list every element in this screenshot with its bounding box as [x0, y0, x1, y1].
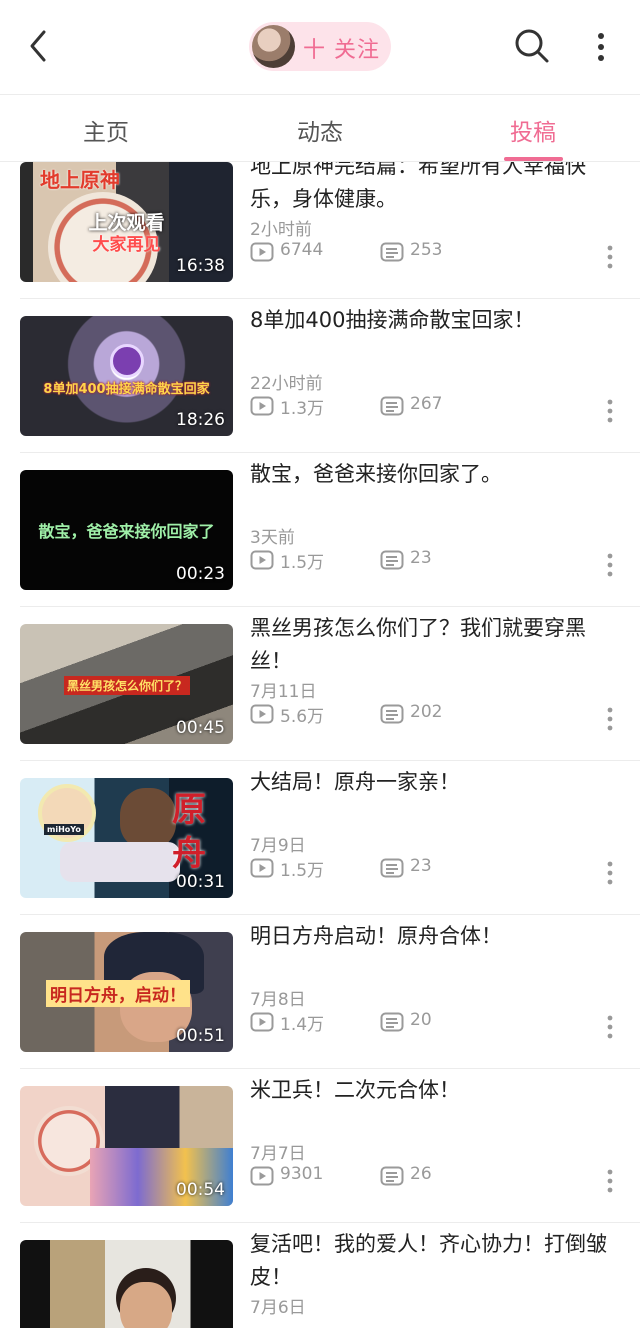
- video-list: 地上原神 上次观看 大家再见 16:38 地上原神完结篇：希望所有人幸福快乐，身…: [0, 162, 640, 1328]
- top-bar: 十 关注: [0, 0, 640, 94]
- video-title[interactable]: 8单加400抽接满命散宝回家！: [250, 304, 620, 337]
- thumbnail-caption: miHoYo: [44, 824, 84, 835]
- video-duration: 00:51: [176, 1026, 225, 1046]
- danmaku-icon: [380, 858, 404, 878]
- danmaku-icon: [380, 242, 404, 262]
- avatar[interactable]: [252, 25, 295, 68]
- tab-uploads[interactable]: 投稿: [473, 113, 593, 147]
- danmaku-icon: [380, 704, 404, 724]
- more-options-icon[interactable]: [603, 1013, 617, 1041]
- tab-bar: 主页 动态 投稿: [0, 94, 640, 162]
- thumbnail-caption: 大家再见: [92, 235, 161, 255]
- more-options-icon[interactable]: [603, 551, 617, 579]
- video-thumbnail[interactable]: 黑丝男孩怎么你们了？ 00:45: [20, 624, 233, 744]
- more-options-icon[interactable]: [603, 397, 617, 425]
- search-icon: [515, 29, 549, 63]
- thumbnail-caption: 地上原神: [40, 168, 120, 192]
- play-count-icon: [250, 1012, 274, 1032]
- danmaku-icon: [380, 1166, 404, 1186]
- upload-date: 22小时前: [250, 374, 323, 394]
- video-item[interactable]: 地上原神 上次观看 大家再见 16:38 地上原神完结篇：希望所有人幸福快乐，身…: [0, 162, 640, 299]
- thumbnail-caption: 黑丝男孩怎么你们了？: [64, 676, 191, 695]
- video-duration: 00:31: [176, 872, 225, 892]
- more-options-icon[interactable]: [603, 705, 617, 733]
- more-options-icon[interactable]: [603, 1167, 617, 1195]
- danmaku-icon: [380, 550, 404, 570]
- tab-dynamics[interactable]: 动态: [260, 113, 380, 147]
- video-item[interactable]: 复活吧！我的爱人！齐心协力！打倒皱皮！ 7月6日: [0, 1223, 640, 1328]
- video-title[interactable]: 明日方舟启动！原舟合体！: [250, 920, 620, 953]
- thumbnail-caption: 散宝，爸爸来接你回家了: [38, 522, 215, 541]
- more-options-icon[interactable]: [603, 859, 617, 887]
- thumbnail-caption: 明日方舟，启动！: [46, 980, 190, 1007]
- play-count-icon: [250, 242, 274, 262]
- upload-date: 7月7日: [250, 1144, 306, 1164]
- video-title[interactable]: 米卫兵！二次元合体！: [250, 1074, 620, 1107]
- video-thumbnail[interactable]: 8单加400抽接满命散宝回家 18:26: [20, 316, 233, 436]
- video-thumbnail[interactable]: 原 舟 miHoYo 00:31: [20, 778, 233, 898]
- thumbnail-caption: 舟: [172, 834, 206, 874]
- video-title[interactable]: 复活吧！我的爱人！齐心协力！打倒皱皮！: [250, 1228, 620, 1294]
- tab-active-indicator: [504, 157, 563, 161]
- chevron-left-icon: [30, 30, 46, 62]
- play-count-icon: [250, 396, 274, 416]
- back-button[interactable]: [20, 24, 60, 68]
- follow-button[interactable]: 十 关注: [249, 22, 391, 71]
- video-duration: 00:23: [176, 564, 225, 584]
- video-item[interactable]: 散宝，爸爸来接你回家了 00:23 散宝，爸爸来接你回家了。 3天前 1.5万: [0, 453, 640, 607]
- danmaku-icon: [380, 396, 404, 416]
- upload-date: 2小时前: [250, 220, 312, 240]
- video-thumbnail[interactable]: 散宝，爸爸来接你回家了 00:23: [20, 470, 233, 590]
- upload-date: 3天前: [250, 528, 295, 548]
- video-thumbnail[interactable]: 地上原神 上次观看 大家再见 16:38: [20, 162, 233, 282]
- more-button[interactable]: [588, 28, 614, 68]
- video-thumbnail[interactable]: 00:54: [20, 1086, 233, 1206]
- play-count-icon: [250, 550, 274, 570]
- thumbnail-caption: 原: [172, 790, 206, 830]
- thumbnail-caption: 8单加400抽接满命散宝回家: [43, 382, 210, 397]
- video-duration: 00:45: [176, 718, 225, 738]
- video-item[interactable]: 明日方舟，启动！ 00:51 明日方舟启动！原舟合体！ 7月8日 1.4万 20: [0, 915, 640, 1069]
- video-title[interactable]: 散宝，爸爸来接你回家了。: [250, 458, 620, 491]
- follow-label: 十 关注: [303, 38, 380, 63]
- play-count-icon: [250, 1166, 274, 1186]
- video-duration: 18:26: [176, 410, 225, 430]
- play-count-icon: [250, 704, 274, 724]
- video-item[interactable]: 黑丝男孩怎么你们了？ 00:45 黑丝男孩怎么你们了？我们就要穿黑丝！ 7月11…: [0, 607, 640, 761]
- video-item[interactable]: 原 舟 miHoYo 00:31 大结局！原舟一家亲！ 7月9日 1.5万 23: [0, 761, 640, 915]
- video-duration: 16:38: [176, 256, 225, 276]
- video-thumbnail[interactable]: [20, 1240, 233, 1328]
- upload-date: 7月9日: [250, 836, 306, 856]
- video-item[interactable]: 8单加400抽接满命散宝回家 18:26 8单加400抽接满命散宝回家！ 22小…: [0, 299, 640, 453]
- upload-date: 7月6日: [250, 1298, 306, 1318]
- video-title[interactable]: 地上原神完结篇：希望所有人幸福快乐，身体健康。: [250, 162, 620, 216]
- uploader-space-page: 十 关注 主页 动态 投稿 地上原神 上次观看 大家再见 16:38 地上原神完…: [0, 0, 640, 1328]
- video-thumbnail[interactable]: 明日方舟，启动！ 00:51: [20, 932, 233, 1052]
- play-count-icon: [250, 858, 274, 878]
- tab-home[interactable]: 主页: [46, 113, 166, 147]
- video-item[interactable]: 00:54 米卫兵！二次元合体！ 7月7日 9301 26: [0, 1069, 640, 1223]
- video-title[interactable]: 黑丝男孩怎么你们了？我们就要穿黑丝！: [250, 612, 620, 678]
- more-vertical-icon: [598, 33, 604, 61]
- more-options-icon[interactable]: [603, 243, 617, 271]
- search-button[interactable]: [512, 26, 552, 66]
- upload-date: 7月8日: [250, 990, 306, 1010]
- danmaku-icon: [380, 1012, 404, 1032]
- upload-date: 7月11日: [250, 682, 317, 702]
- video-duration: 00:54: [176, 1180, 225, 1200]
- video-title[interactable]: 大结局！原舟一家亲！: [250, 766, 620, 799]
